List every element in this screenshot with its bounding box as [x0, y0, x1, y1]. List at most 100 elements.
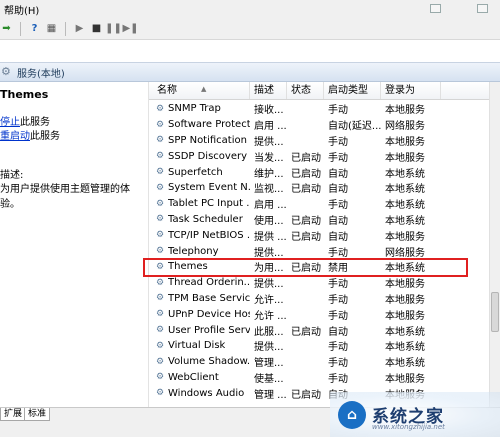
table-row[interactable]: ⚙ Thread Orderin... 提供... 手动 本地服务 [149, 275, 497, 291]
table-row[interactable]: ⚙User Profile Serv... 此服... 已启动自动 本地系统 [149, 322, 497, 338]
toolbar-separator [20, 21, 21, 36]
service-name: Virtual Disk [168, 340, 226, 352]
service-logon-cell: 本地服务 [385, 310, 425, 322]
service-status-cell: 已启动 [291, 152, 321, 164]
service-name: Tablet PC Input ... [168, 198, 250, 210]
service-name-cell: ⚙ SNMP Trap [149, 103, 250, 114]
service-name-cell: ⚙ TCP/IP NetBIOS ... [149, 230, 250, 241]
service-logon-cell: 本地系统 [385, 358, 425, 370]
menu-bar: 帮助(H) [0, 0, 500, 18]
tab-standard[interactable]: 标准 [24, 408, 51, 421]
table-row[interactable]: ⚙ TCP/IP NetBIOS ... 提供 ... 已启动 自动 本地服务 [149, 227, 497, 243]
service-gear-icon: ⚙ [155, 103, 165, 114]
service-gear-icon: ⚙ [155, 182, 165, 193]
service-description-cell: 允许... [254, 294, 284, 306]
service-logon-cell: 本地服务 [385, 373, 425, 385]
service-name-cell: ⚙User Profile Serv... [149, 325, 250, 336]
service-gear-icon: ⚙ [155, 198, 165, 209]
close-icon[interactable] [477, 4, 488, 13]
properties-icon[interactable]: ▦ [45, 22, 58, 35]
service-gear-icon: ⚙ [155, 167, 165, 178]
menu-help[interactable]: 帮助(H) [0, 2, 45, 17]
restart-service-link[interactable]: 重启动 [0, 131, 30, 142]
table-row[interactable]: ⚙ System Event N... 监视... 已启动 自动 本地系统 [149, 180, 497, 196]
table-row[interactable]: ⚙TPM Base Servic... 允许... 手动 本地服务 [149, 291, 497, 307]
service-gear-icon: ⚙ [155, 246, 165, 257]
service-startup-type-cell: 手动 [328, 247, 348, 259]
service-startup-type-cell: 手动 [328, 373, 348, 385]
service-gear-icon: ⚙ [155, 230, 165, 241]
service-status-cell: 已启动 [291, 326, 321, 338]
service-logon-cell: 本地系统 [385, 215, 425, 227]
service-name-cell: ⚙ System Event N... [149, 182, 250, 193]
restart-service-suffix: 此服务 [30, 131, 60, 142]
watermark-subtext: www.xitongzhijia.net [372, 423, 445, 431]
restart-icon[interactable]: ▶❚ [122, 22, 138, 35]
service-name: SSDP Discovery [168, 150, 248, 162]
help-icon[interactable]: ? [28, 22, 41, 35]
table-row[interactable]: ⚙ Superfetch 维护... 已启动 自动 本地系统 [149, 164, 497, 180]
pause-icon[interactable]: ❚❚ [105, 22, 122, 35]
service-name-cell: ⚙ Tablet PC Input ... [149, 198, 250, 209]
service-name: Volume Shadow... [168, 356, 250, 368]
tab-extended[interactable]: 扩展 [0, 408, 27, 421]
table-row[interactable]: ⚙ Tablet PC Input ... 启用 ... 手动 本地系统 [149, 196, 497, 212]
service-name-cell: ⚙ SSDP Discovery [149, 151, 250, 162]
table-row[interactable]: ⚙ Virtual Disk 提供... 手动 本地系统 [149, 338, 497, 354]
service-name-cell: ⚙ Windows Audio [149, 388, 250, 399]
service-name-cell: ⚙ Thread Orderin... [149, 277, 250, 288]
watermark-logo-icon: ⌂ [338, 400, 366, 429]
watermark: ⌂ 系统之家 www.xitongzhijia.net [330, 392, 500, 437]
service-logon-cell: 网络服务 [385, 121, 425, 133]
service-startup-type-cell: 手动 [328, 279, 348, 291]
service-name-cell: ⚙ Volume Shadow... [149, 356, 250, 367]
service-gear-icon: ⚙ [155, 340, 165, 351]
service-description-cell: 提供 ... [254, 231, 287, 243]
service-name-cell: ⚙TPM Base Servic... [149, 293, 250, 304]
service-startup-type-cell: 自动 [328, 231, 348, 243]
service-name: Thread Orderin... [168, 277, 250, 289]
service-name: WebClient [168, 371, 219, 383]
column-header-description[interactable]: 描述 [250, 82, 287, 99]
service-gear-icon: ⚙ [155, 135, 165, 146]
service-description-cell: 使基... [254, 373, 284, 385]
scrollbar-thumb[interactable] [491, 292, 499, 332]
play-icon[interactable]: ▶ [73, 22, 86, 35]
service-name: Superfetch [168, 166, 223, 178]
table-row[interactable]: ⚙ SSDP Discovery 当发... 已启动 手动 本地服务 [149, 148, 497, 164]
minimize-icon[interactable] [430, 4, 441, 13]
toolbar: ➡ ? ▦ ▶ ■ ❚❚ ▶❚ [0, 18, 500, 40]
service-description-cell: 此服... [254, 326, 284, 338]
table-row[interactable]: ⚙ Task Scheduler 使用... 已启动 自动 本地系统 [149, 212, 497, 228]
service-description-cell: 提供... [254, 136, 284, 148]
service-description-cell: 提供... [254, 342, 284, 354]
service-startup-type-cell: 手动 [328, 294, 348, 306]
service-gear-icon: ⚙ [155, 293, 165, 304]
service-gear-icon: ⚙ [155, 388, 165, 399]
service-name: Task Scheduler [168, 213, 243, 225]
table-row[interactable]: ⚙ Telephony 提供... 手动 网络服务 [149, 243, 497, 259]
vertical-scrollbar[interactable] [489, 82, 500, 407]
table-row[interactable]: ⚙ UPnP Device Host 允许 ... 手动 本地服务 [149, 306, 497, 322]
stop-icon[interactable]: ■ [90, 22, 103, 35]
table-row[interactable]: ⚙ Volume Shadow... 管理... 手动 本地系统 [149, 354, 497, 370]
column-header-name[interactable]: 名称 ▲ [149, 82, 250, 99]
description-label: 描述: [0, 170, 24, 181]
service-name-cell: ⚙Software Protect... [149, 119, 250, 130]
service-logon-cell: 本地服务 [385, 294, 425, 306]
back-icon[interactable]: ➡ [0, 22, 13, 35]
column-header-logon-as[interactable]: 登录为 [381, 82, 441, 99]
service-name-cell: ⚙ WebClient [149, 372, 250, 383]
table-row[interactable]: ⚙Software Protect... 启用 ... 自动(延迟... 网络服务 [149, 117, 497, 133]
column-header-status[interactable]: 状态 [287, 82, 324, 99]
service-startup-type-cell: 自动 [328, 326, 348, 338]
column-header-startup-type[interactable]: 启动类型 [324, 82, 381, 99]
service-name: UPnP Device Host [168, 308, 250, 320]
table-row[interactable]: ⚙ WebClient 使基... 手动 本地服务 [149, 370, 497, 386]
table-row[interactable]: ⚙ SNMP Trap 接收... 手动 本地服务 [149, 101, 497, 117]
service-description-cell: 启用 ... [254, 121, 287, 133]
table-row[interactable]: ⚙SPP Notification ... 提供... 手动 本地服务 [149, 133, 497, 149]
service-name: SNMP Trap [168, 103, 221, 115]
service-description-cell: 维护... [254, 168, 284, 180]
service-startup-type-cell: 手动 [328, 152, 348, 164]
